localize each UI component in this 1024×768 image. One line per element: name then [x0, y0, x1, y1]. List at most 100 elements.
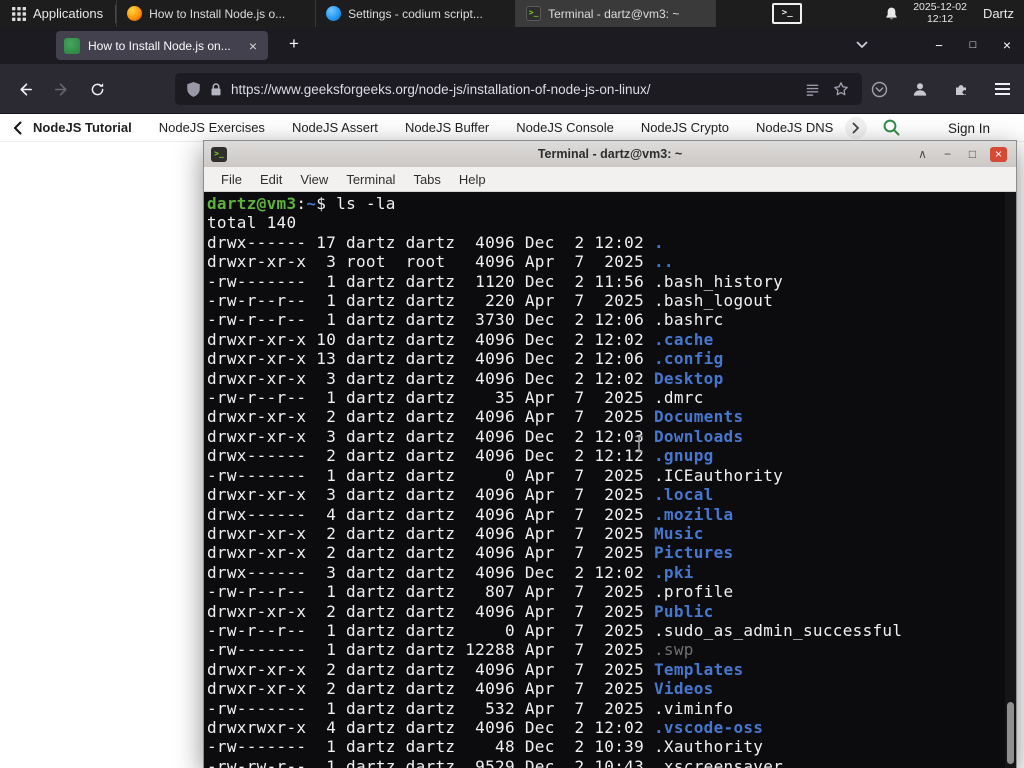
site-nav-link[interactable]: NodeJS DNS — [756, 120, 833, 135]
panel-user-label[interactable]: Dartz — [983, 6, 1014, 21]
taskbar-button-label: Settings - codium script... — [348, 6, 483, 21]
url-text[interactable]: https://www.geeksforgeeks.org/node-js/in… — [231, 82, 805, 97]
terminal-line: drwxr-xr-x 2 dartz dartz 4096 Apr 7 2025… — [207, 659, 744, 679]
tray-terminal-icon[interactable] — [772, 3, 803, 24]
terminal-line: dartz@vm3:~$ ls -la — [207, 194, 396, 213]
terminal-line: -rw------- 1 dartz dartz 12288 Apr 7 202… — [207, 640, 694, 660]
site-nav-link[interactable]: NodeJS Buffer — [405, 120, 489, 135]
terminal-minimize-button[interactable]: − — [940, 147, 955, 161]
terminal-menu-item[interactable]: Terminal — [337, 172, 404, 187]
reader-mode-icon[interactable] — [805, 82, 820, 97]
browser-close-button[interactable]: × — [992, 31, 1022, 59]
site-nav-link[interactable]: NodeJS Crypto — [641, 120, 729, 135]
codium-icon — [326, 6, 342, 21]
new-tab-button[interactable]: + — [282, 34, 306, 54]
terminal-line: drwx------ 4 dartz dartz 4096 Apr 7 2025… — [207, 504, 734, 524]
forward-button[interactable] — [44, 72, 78, 106]
terminal-window-controls: ∧ − □ × — [915, 146, 1016, 162]
url-bar[interactable]: https://www.geeksforgeeks.org/node-js/in… — [175, 73, 862, 105]
applications-menu-button[interactable]: Applications — [0, 0, 115, 27]
terminal-menu-item[interactable]: Edit — [251, 172, 291, 187]
terminal-line: drwxr-xr-x 10 dartz dartz 4096 Dec 2 12:… — [207, 329, 714, 349]
terminal-line: -rw-rw-r-- 1 dartz dartz 9529 Dec 2 10:4… — [207, 756, 784, 768]
terminal-maximize-button[interactable]: □ — [965, 147, 980, 161]
lock-icon[interactable] — [210, 82, 222, 97]
terminal-shade-button[interactable]: ∧ — [915, 147, 930, 161]
tab-close-button[interactable]: × — [246, 38, 260, 54]
clock-time: 12:12 — [926, 12, 954, 25]
sign-in-button[interactable]: Sign In — [948, 121, 990, 136]
terminal-line: drwxr-xr-x 3 dartz dartz 4096 Dec 2 12:0… — [207, 426, 744, 446]
menu-hamburger-icon[interactable] — [986, 72, 1018, 106]
terminal-line: -rw-r--r-- 1 dartz dartz 35 Apr 7 2025 .… — [207, 388, 704, 408]
clock-date: 2025-12-02 — [913, 1, 967, 13]
terminal-app-icon — [211, 146, 227, 162]
terminal-menubar: File Edit View Terminal Tabs Help — [204, 167, 1016, 192]
terminal-line: drwx------ 2 dartz dartz 4096 Dec 2 12:1… — [207, 446, 714, 466]
terminal-icon — [526, 6, 542, 21]
terminal-line: -rw------- 1 dartz dartz 1120 Dec 2 11:5… — [207, 271, 784, 291]
terminal-line: drwx------ 3 dartz dartz 4096 Dec 2 12:0… — [207, 562, 694, 582]
panel-clock[interactable]: 2025-12-02 12:12 — [913, 1, 967, 25]
site-search-icon[interactable] — [882, 118, 901, 137]
site-nav-link[interactable]: NodeJS Console — [516, 120, 614, 135]
terminal-menu-item[interactable]: Tabs — [404, 172, 449, 187]
tracking-shield-icon[interactable] — [186, 81, 201, 98]
terminal-line: drwxr-xr-x 2 dartz dartz 4096 Apr 7 2025… — [207, 523, 704, 543]
terminal-line: -rw-r--r-- 1 dartz dartz 3730 Dec 2 12:0… — [207, 310, 724, 330]
terminal-line: -rw------- 1 dartz dartz 48 Dec 2 10:39 … — [207, 737, 764, 757]
nav-prev-chevron-icon[interactable] — [13, 121, 22, 135]
terminal-line: drwxr-xr-x 3 root root 4096 Apr 7 2025 .… — [207, 252, 674, 272]
taskbar-button[interactable]: Terminal - dartz@vm3: ~ — [516, 0, 717, 27]
browser-tab[interactable]: How to Install Node.js on... × — [56, 31, 268, 60]
site-nav-link[interactable]: NodeJS Tutorial — [33, 120, 132, 135]
site-favicon — [64, 37, 80, 54]
firefox-icon — [127, 6, 143, 21]
terminal-scrollbar[interactable] — [1005, 192, 1016, 768]
terminal-lines: dartz@vm3:~$ ls -la total 140 drwx------ 1… — [207, 194, 1016, 768]
browser-tab-bar: How to Install Node.js on... × + − □ × — [0, 27, 1024, 64]
nav-next-chevron-icon[interactable] — [845, 117, 867, 139]
terminal-line: total 140 — [207, 213, 297, 233]
terminal-line: -rw------- 1 dartz dartz 0 Apr 7 2025 .I… — [207, 465, 784, 485]
terminal-output-area[interactable]: dartz@vm3:~$ ls -la total 140 drwx------ 1… — [204, 192, 1016, 768]
browser-toolbar: https://www.geeksforgeeks.org/node-js/in… — [0, 64, 1024, 114]
tab-title: How to Install Node.js on... — [88, 38, 231, 53]
terminal-scrollbar-thumb[interactable] — [1007, 702, 1014, 764]
terminal-menu-item[interactable]: View — [291, 172, 337, 187]
terminal-titlebar[interactable]: Terminal - dartz@vm3: ~ ∧ − □ × — [204, 141, 1016, 167]
account-icon[interactable] — [904, 72, 936, 106]
panel-right-area: 2025-12-02 12:12 Dartz — [772, 1, 1024, 25]
terminal-menu-item[interactable]: File — [212, 172, 251, 187]
taskbar-button[interactable]: How to Install Node.js o... — [116, 0, 317, 27]
taskbar-button-label: How to Install Node.js o... — [149, 6, 286, 21]
terminal-line: -rw-r--r-- 1 dartz dartz 0 Apr 7 2025 .s… — [207, 620, 903, 640]
terminal-line: drwxr-xr-x 13 dartz dartz 4096 Dec 2 12:… — [207, 349, 724, 369]
bookmark-star-icon[interactable] — [833, 81, 849, 97]
terminal-close-button[interactable]: × — [990, 146, 1007, 162]
terminal-window-title: Terminal - dartz@vm3: ~ — [537, 147, 683, 161]
back-button[interactable] — [8, 72, 42, 106]
reload-button[interactable] — [80, 72, 114, 106]
applications-grid-icon — [12, 6, 26, 21]
browser-maximize-button[interactable]: □ — [958, 31, 988, 59]
browser-minimize-button[interactable]: − — [924, 31, 954, 59]
desktop-panel: Applications How to Install Node.js o...… — [0, 0, 1024, 27]
terminal-line: -rw------- 1 dartz dartz 532 Apr 7 2025 … — [207, 698, 734, 718]
terminal-line: drwxr-xr-x 2 dartz dartz 4096 Apr 7 2025… — [207, 407, 744, 427]
taskbar-button[interactable]: Settings - codium script... — [316, 0, 517, 27]
terminal-line: drwxr-xr-x 2 dartz dartz 4096 Apr 7 2025… — [207, 543, 734, 563]
hamburger-lines — [994, 82, 1010, 96]
tab-list-chevron-icon[interactable] — [856, 41, 868, 49]
site-nav-links: NodeJS Tutorial NodeJS Exercises NodeJS As… — [33, 120, 833, 135]
terminal-line: drwxr-xr-x 2 dartz dartz 4096 Apr 7 2025… — [207, 601, 714, 621]
site-nav-link[interactable]: NodeJS Exercises — [159, 120, 265, 135]
notification-bell-icon[interactable] — [884, 6, 899, 22]
terminal-window: Terminal - dartz@vm3: ~ ∧ − □ × FileEdit… — [203, 140, 1017, 768]
url-actions — [805, 81, 849, 97]
taskbar-button-label: Terminal - dartz@vm3: ~ — [548, 6, 680, 21]
extensions-icon[interactable] — [945, 72, 977, 106]
pocket-icon[interactable] — [863, 72, 895, 106]
site-nav-link[interactable]: NodeJS Assert — [292, 120, 378, 135]
terminal-menu-item[interactable]: Help — [450, 172, 495, 187]
